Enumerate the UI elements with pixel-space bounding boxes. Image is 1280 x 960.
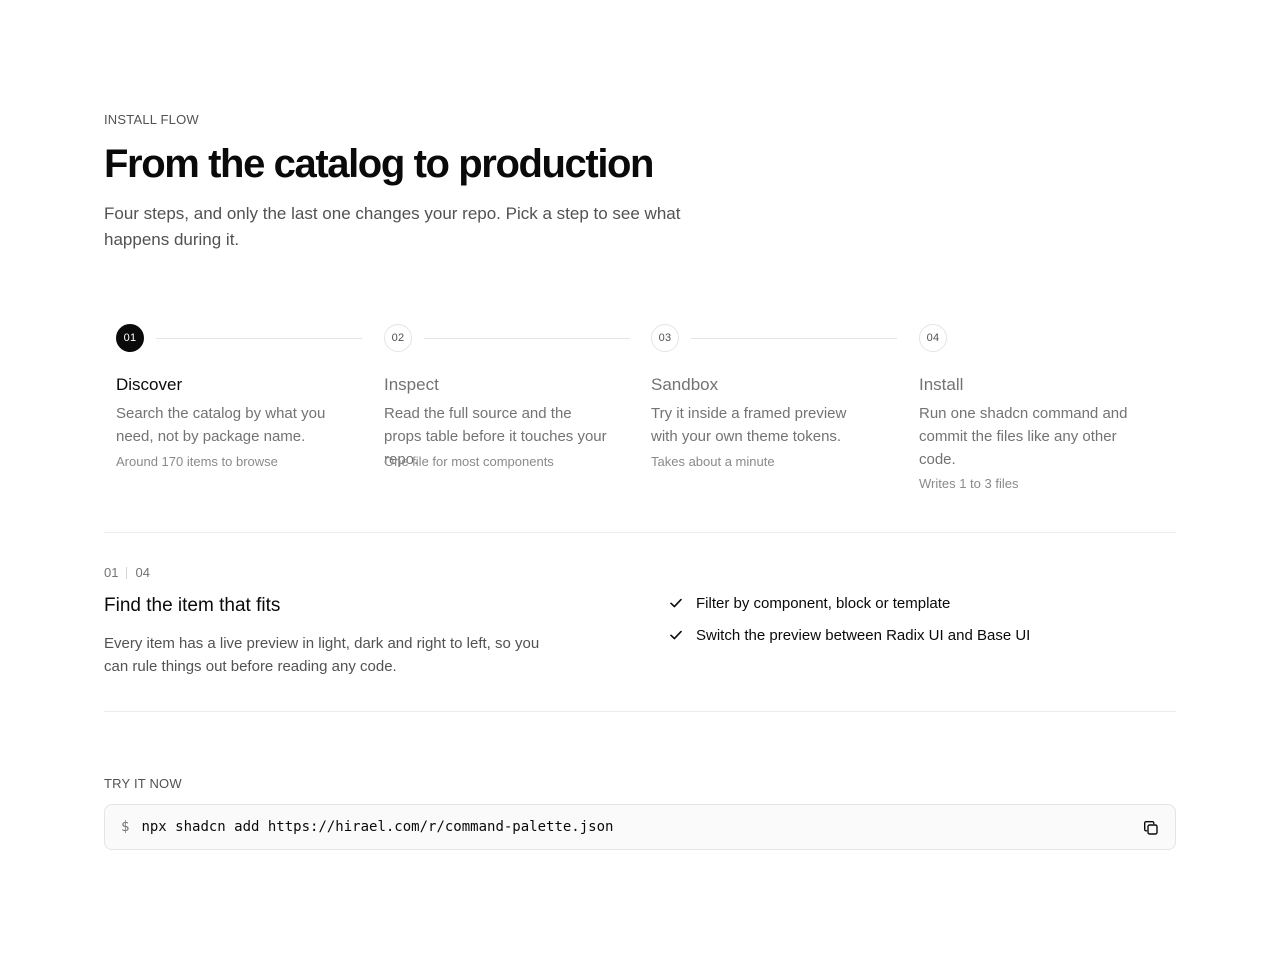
step-number-badge: 01 [116,324,144,352]
step-discover[interactable]: 01 Discover Search the catalog by what y… [104,324,362,504]
step-connector [691,338,897,339]
divider [104,532,1176,533]
copy-icon [1144,821,1158,835]
step-description: Search the catalog by what you need, not… [116,405,326,445]
feature-item: Filter by component, block or template [668,592,1030,614]
feature-label: Filter by component, block or template [696,594,951,612]
counter-separator [126,566,128,579]
feature-label: Switch the preview between Radix UI and … [696,626,1031,644]
step-install[interactable]: 04 Install Run one shadcn command and co… [907,324,1165,504]
feature-list: Filter by component, block or template S… [668,592,1030,656]
step-meta: One file for most components [384,454,554,469]
step-counter: 01 04 [104,565,150,580]
section-lede: Four steps, and only the last one change… [104,204,681,249]
divider [104,711,1176,712]
command-box[interactable]: $ npx shadcn add https://hirael.com/r/co… [104,804,1176,850]
step-title: Discover [116,375,183,394]
step-description: Run one shadcn command and commit the fi… [919,405,1128,468]
page-title: From the catalog to production [104,142,655,186]
step-connector [424,338,630,339]
step-number-badge: 03 [651,324,679,352]
step-title: Install [919,375,964,394]
install-command[interactable]: npx shadcn add https://hirael.com/r/comm… [141,819,613,835]
step-connector [156,338,362,339]
try-label: TRY IT NOW [104,776,182,791]
check-icon [668,595,684,611]
step-description: Try it inside a framed preview with your… [651,405,847,445]
detail-description: Every item has a live preview in light, … [104,635,540,675]
step-meta: Takes about a minute [651,454,775,469]
shell-prompt: $ [121,819,130,835]
feature-item: Switch the preview between Radix UI and … [668,624,1030,646]
step-number-badge: 04 [919,324,947,352]
step-sandbox[interactable]: 03 Sandbox Try it inside a framed previe… [639,324,897,504]
copy-button[interactable] [1139,816,1163,840]
steps-list: 01 Discover Search the catalog by what y… [104,324,1176,504]
step-number-badge: 02 [384,324,412,352]
step-meta: Around 170 items to browse [116,454,278,469]
step-inspect[interactable]: 02 Inspect Read the full source and the … [372,324,630,504]
step-meta: Writes 1 to 3 files [919,476,1019,491]
check-icon [668,627,684,643]
detail-title: Find the item that fits [104,595,281,616]
step-title: Sandbox [651,375,719,394]
step-counter-total: 04 [135,565,150,580]
step-counter-current: 01 [104,565,119,580]
step-title: Inspect [384,375,439,394]
section-eyebrow: INSTALL FLOW [104,112,199,127]
